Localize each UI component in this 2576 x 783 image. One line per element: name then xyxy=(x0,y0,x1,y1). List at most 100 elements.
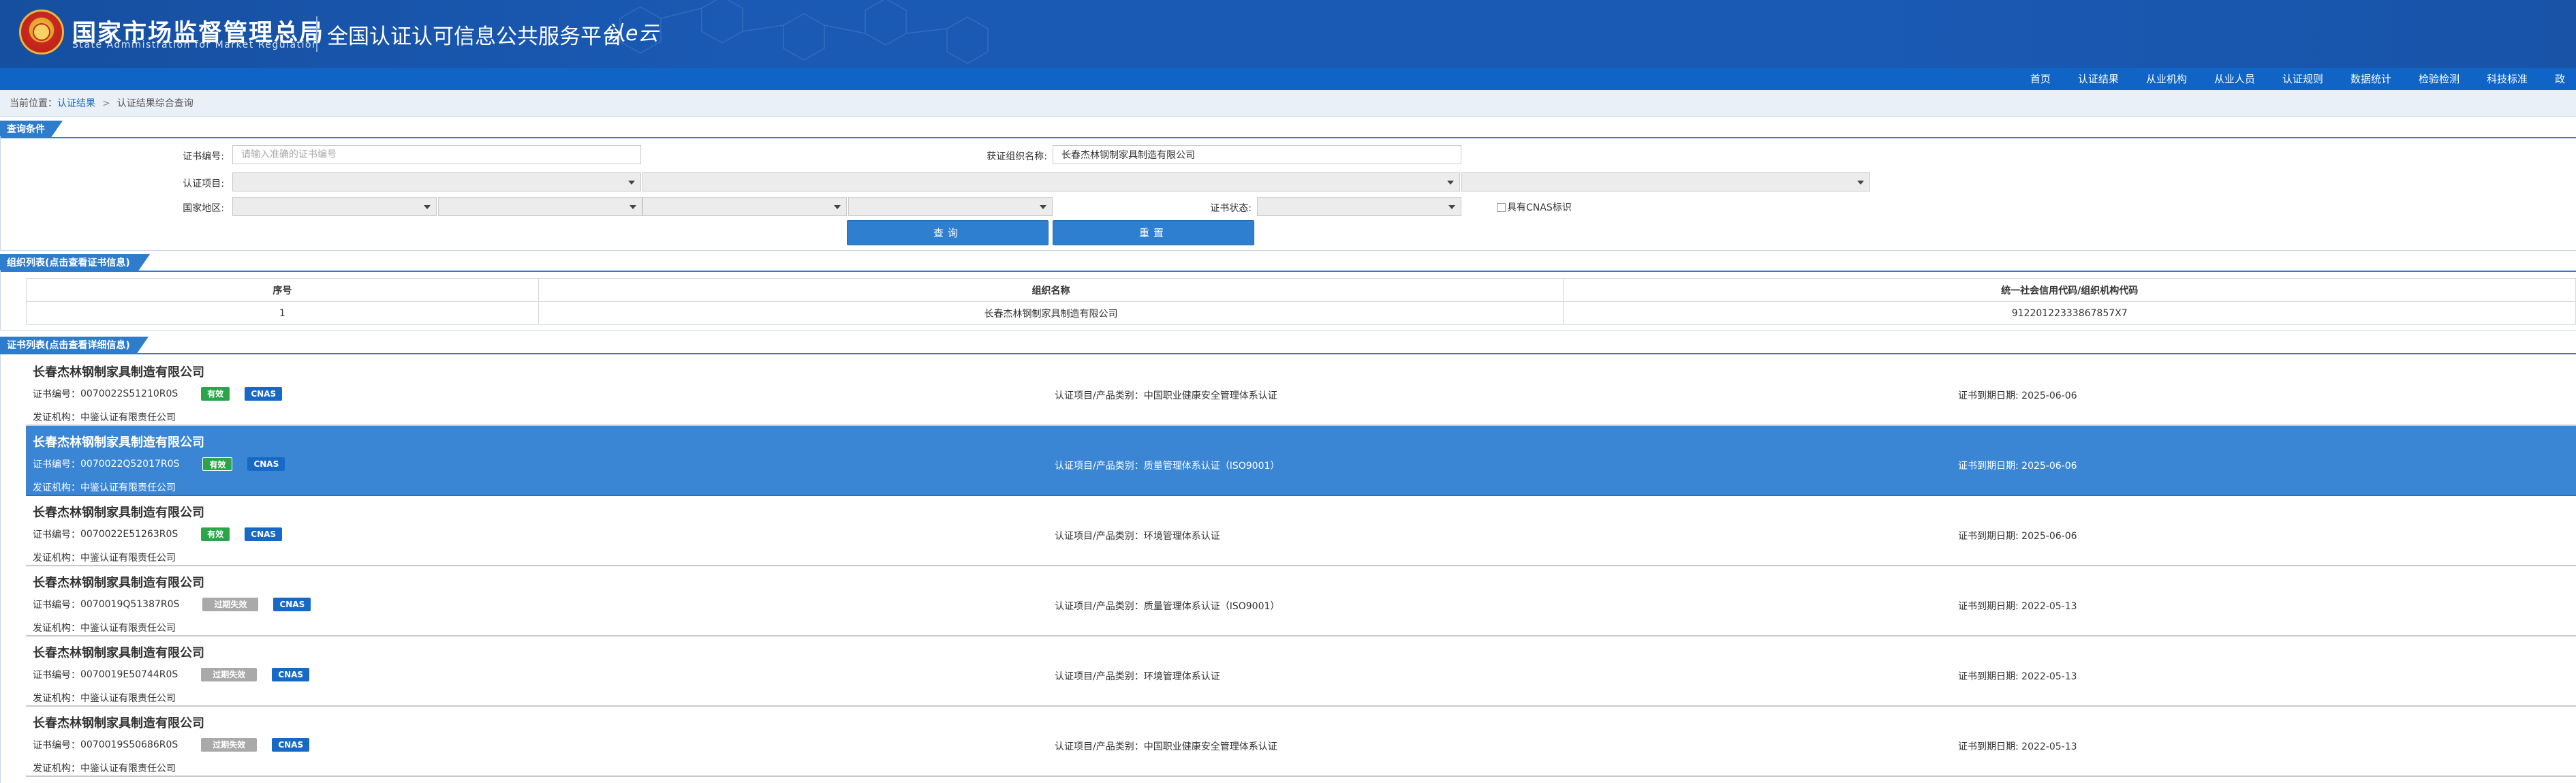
cert-item-select-1[interactable] xyxy=(232,172,641,191)
nav-item-4[interactable]: 认证规则 xyxy=(2269,68,2337,90)
org-name-input[interactable] xyxy=(1053,145,1461,164)
cert-no-value: 0070019E50744R0S xyxy=(80,669,179,680)
cert-item-row: 认证项目/产品类别：环境管理体系认证 xyxy=(1055,529,1220,542)
expire-value: 2025-06-06 xyxy=(2021,390,2077,401)
cert-no-prefix: 证书编号： xyxy=(33,740,80,751)
cnas-badge: CNAS xyxy=(245,527,283,541)
cert-org-name: 长春杰林钢制家具制造有限公司 xyxy=(33,435,204,450)
cert-item-select-2[interactable] xyxy=(642,172,1460,191)
cert-item-prefix: 认证项目/产品类别： xyxy=(1055,461,1144,472)
expire-value: 2022-05-13 xyxy=(2021,601,2077,612)
cnas-checkbox[interactable]: 具有CNAS标识 xyxy=(1497,200,1572,214)
cert-issuer-row: 发证机构：中鉴认证有限责任公司 xyxy=(33,410,176,424)
nav-item-8[interactable]: 政 xyxy=(2541,68,2576,90)
cert-no-value: 0070019S50686R0S xyxy=(80,739,179,750)
cert-card[interactable]: 长春杰林钢制家具制造有限公司 证书编号： 0070019E50744R0S 过期失效 C… xyxy=(26,636,2576,707)
expire-value: 2025-06-06 xyxy=(2021,531,2077,542)
cert-issuer-row: 发证机构：中鉴认证有限责任公司 xyxy=(33,551,176,564)
breadcrumb-link-results[interactable]: 认证结果 xyxy=(57,98,95,109)
breadcrumb-current: 认证结果综合查询 xyxy=(117,98,193,109)
expire-prefix: 证书到期日期: xyxy=(1958,741,2022,752)
cert-card[interactable]: 长春杰林钢制家具制造有限公司 证书编号： 0070022E51263R0S 有效 CNA… xyxy=(26,496,2576,566)
cert-list-section-tab: 证书列表(点击查看详细信息) xyxy=(0,337,149,354)
status-badge: 有效 xyxy=(201,527,230,541)
cert-org-name: 长春杰林钢制家具制造有限公司 xyxy=(33,365,204,380)
cert-item-row: 认证项目/产品类别：环境管理体系认证 xyxy=(1055,669,1220,683)
issuer-value: 中鉴认证有限责任公司 xyxy=(80,482,176,493)
breadcrumb-separator: > xyxy=(102,98,110,109)
cert-no-prefix: 证书编号： xyxy=(33,389,80,400)
cert-item-value: 质量管理体系认证（ISO9001） xyxy=(1143,461,1280,472)
cert-org-name: 长春杰林钢制家具制造有限公司 xyxy=(33,716,204,731)
cert-card[interactable]: 长春杰林钢制家具制造有限公司证书编号： 0070019Q51387R0S 过期失效 C… xyxy=(26,566,2576,636)
cert-item-value: 中国职业健康安全管理体系认证 xyxy=(1143,741,1277,752)
cert-item-row: 认证项目/产品类别：质量管理体系认证（ISO9001） xyxy=(1055,459,1279,472)
cert-number-row: 证书编号： 0070019Q51387R0S 过期失效 CNAS xyxy=(33,598,311,611)
cert-no-value: 0070022E51263R0S xyxy=(80,529,179,540)
expire-prefix: 证书到期日期: xyxy=(1958,531,2022,542)
cert-org-name: 长春杰林钢制家具制造有限公司 xyxy=(33,646,204,660)
org-cell-index: 1 xyxy=(26,301,539,325)
status-badge: 有效 xyxy=(202,457,233,471)
cert-number-row: 证书编号： 0070022S51210R0S 有效 CNAS xyxy=(33,387,283,401)
cert-issuer-row: 发证机构：中鉴认证有限责任公司 xyxy=(33,691,176,705)
nav-item-1[interactable]: 认证结果 xyxy=(2064,68,2132,90)
issuer-value: 中鉴认证有限责任公司 xyxy=(80,412,176,423)
cert-number-row: 证书编号： 0070019S50686R0S 过期失效 CNAS xyxy=(33,738,310,752)
nav-item-2[interactable]: 从业机构 xyxy=(2132,68,2201,90)
org-cell-name[interactable]: 长春杰林钢制家具制造有限公司 xyxy=(538,301,1564,325)
cert-card[interactable]: 长春杰林钢制家具制造有限公司证书编号： 0070019S50686R0S 过期失效 C… xyxy=(26,707,2576,777)
org-table-row[interactable]: 1 长春杰林钢制家具制造有限公司 91220122333867857X7 xyxy=(26,301,2576,325)
reset-button[interactable]: 重置 xyxy=(1053,220,1254,245)
cnas-badge: CNAS xyxy=(245,387,283,401)
issuer-value: 中鉴认证有限责任公司 xyxy=(80,763,176,774)
query-panel: 证书编号: 获证组织名称: 认证项目: 国家地区: 证书状态: 具有CNAS标识… xyxy=(0,136,2576,251)
breadcrumb: 当前位置：认证结果 > 认证结果综合查询 xyxy=(0,90,2576,117)
search-button[interactable]: 查询 xyxy=(847,220,1049,245)
checkbox-box[interactable] xyxy=(1497,202,1506,212)
cert-no-prefix: 证书编号： xyxy=(33,600,80,611)
expire-prefix: 证书到期日期: xyxy=(1958,461,2022,472)
org-table-header-row: 序号 组织名称 统一社会信用代码/组织机构代码 xyxy=(26,278,2576,302)
cert-number-row: 证书编号： 0070022E51263R0S 有效 CNAS xyxy=(33,527,283,541)
expire-value: 2022-05-13 xyxy=(2021,671,2077,682)
cert-item-select-3[interactable] xyxy=(1461,172,1870,191)
cert-item-row: 认证项目/产品类别：中国职业健康安全管理体系认证 xyxy=(1055,388,1277,402)
cert-no-input[interactable] xyxy=(232,145,641,164)
nav-item-6[interactable]: 检验检测 xyxy=(2405,68,2473,90)
org-col-header-code: 统一社会信用代码/组织机构代码 xyxy=(1563,278,2576,302)
nav-item-7[interactable]: 科技标准 xyxy=(2473,68,2541,90)
status-badge: 过期失效 xyxy=(201,668,258,681)
cert-issuer-row: 发证机构：中鉴认证有限责任公司 xyxy=(33,480,176,494)
cert-org-name: 长春杰林钢制家具制造有限公司 xyxy=(33,576,204,590)
cert-org-name: 长春杰林钢制家具制造有限公司 xyxy=(33,506,204,520)
cert-expire-row: 证书到期日期: 2025-06-06 xyxy=(1958,529,2077,542)
cert-item-prefix: 认证项目/产品类别： xyxy=(1055,390,1144,401)
cert-card[interactable]: 长春杰林钢制家具制造有限公司 证书编号： 0070022S51210R0S 有效 CNA… xyxy=(26,356,2576,426)
cert-expire-row: 证书到期日期: 2025-06-06 xyxy=(1958,388,2077,402)
cert-expire-row: 证书到期日期: 2022-05-13 xyxy=(1958,599,2077,613)
region-select-4[interactable] xyxy=(848,197,1053,216)
cert-status-select[interactable] xyxy=(1257,197,1461,216)
cert-item-prefix: 认证项目/产品类别： xyxy=(1055,531,1144,542)
cert-no-prefix: 证书编号： xyxy=(33,670,80,681)
nav-item-0[interactable]: 首页 xyxy=(2017,68,2064,90)
nav-item-3[interactable]: 从业人员 xyxy=(2201,68,2269,90)
issuer-prefix: 发证机构： xyxy=(33,763,80,774)
expire-value: 2022-05-13 xyxy=(2021,741,2077,752)
status-badge: 有效 xyxy=(201,387,230,401)
region-select-2[interactable] xyxy=(438,197,642,216)
platform-title: 全国认证认可信息公共服务平台 xyxy=(327,25,623,49)
cert-item-value: 环境管理体系认证 xyxy=(1143,671,1220,682)
issuer-value: 中鉴认证有限责任公司 xyxy=(80,623,176,634)
cert-no-value: 0070022Q52017R0S xyxy=(80,459,180,470)
cert-issuer-row: 发证机构：中鉴认证有限责任公司 xyxy=(33,621,176,634)
cert-card[interactable]: 长春杰林钢制家具制造有限公司 证书编号： 0070022Q52017R0S 有效 CNA… xyxy=(26,426,2576,496)
region-select-3[interactable] xyxy=(642,197,847,216)
org-col-header-index: 序号 xyxy=(26,278,539,302)
cert-item-prefix: 认证项目/产品类别： xyxy=(1055,671,1144,682)
cert-number-row: 证书编号： 0070019E50744R0S 过期失效 CNAS xyxy=(33,668,310,681)
org-table: 序号 组织名称 统一社会信用代码/组织机构代码 1 长春杰林钢制家具制造有限公司… xyxy=(26,278,2576,325)
region-select-1[interactable] xyxy=(232,197,437,216)
nav-item-5[interactable]: 数据统计 xyxy=(2337,68,2405,90)
